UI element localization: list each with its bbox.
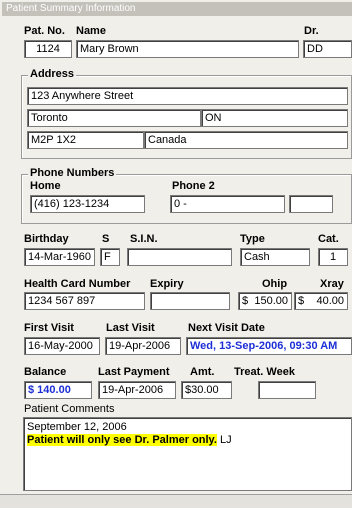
first-visit-field[interactable]: 16-May-2000 bbox=[24, 337, 100, 355]
last-payment-label: Last Payment bbox=[98, 366, 170, 378]
ohip-field[interactable]: $ 150.00 bbox=[238, 292, 292, 310]
phone2-label: Phone 2 bbox=[172, 180, 215, 192]
amt-label: Amt. bbox=[190, 366, 215, 378]
phone2-ext-field[interactable] bbox=[289, 195, 333, 213]
comment-line-date: September 12, 2006 bbox=[27, 421, 127, 433]
birthday-label: Birthday bbox=[24, 233, 69, 245]
ohip-label: Ohip bbox=[262, 278, 288, 290]
xray-label: Xray bbox=[320, 278, 344, 290]
last-payment-field[interactable]: 19-Apr-2006 bbox=[98, 381, 176, 399]
birthday-field[interactable]: 14-Mar-1960 bbox=[24, 248, 95, 266]
sex-field[interactable]: F bbox=[100, 248, 120, 266]
status-bar bbox=[0, 494, 352, 508]
amount-field[interactable]: $30.00 bbox=[181, 381, 232, 399]
health-card-field[interactable]: 1234 567 897 bbox=[24, 292, 145, 310]
phone2-field[interactable]: 0 - bbox=[170, 195, 285, 213]
home-phone-label: Home bbox=[30, 180, 61, 192]
expiry-field[interactable] bbox=[150, 292, 230, 310]
street-field[interactable]: 123 Anywhere Street bbox=[27, 87, 348, 105]
sex-label: S bbox=[102, 233, 110, 245]
comments-label: Patient Comments bbox=[24, 403, 115, 415]
balance-label: Balance bbox=[24, 366, 67, 378]
ohip-currency: $ bbox=[242, 295, 249, 307]
dr-field[interactable]: DD bbox=[303, 40, 352, 58]
comment-initials: LJ bbox=[216, 434, 232, 446]
pat-no-label: Pat. No. bbox=[24, 25, 65, 37]
country-field[interactable]: Canada bbox=[144, 131, 348, 149]
dr-label: Dr. bbox=[304, 25, 319, 37]
pat-no-field[interactable]: 1124 bbox=[24, 40, 72, 58]
balance-field[interactable]: $ 140.00 bbox=[24, 381, 92, 399]
address-legend: Address bbox=[28, 68, 77, 80]
treat-week-field[interactable] bbox=[258, 381, 316, 399]
xray-currency: $ bbox=[298, 295, 305, 307]
last-visit-field[interactable]: 19-Apr-2006 bbox=[105, 337, 181, 355]
cat-label: Cat. bbox=[318, 233, 339, 245]
xray-amount: 40.00 bbox=[316, 295, 344, 307]
next-visit-label: Next Visit Date bbox=[188, 322, 265, 334]
next-visit-field[interactable]: Wed, 13-Sep-2006, 09:30 AM bbox=[186, 337, 352, 355]
type-field[interactable]: Cash bbox=[240, 248, 310, 266]
comment-highlight: Patient will only see Dr. Palmer only. bbox=[27, 434, 217, 446]
type-label: Type bbox=[240, 233, 265, 245]
last-visit-label: Last Visit bbox=[106, 322, 155, 334]
province-field[interactable]: ON bbox=[201, 109, 348, 127]
home-phone-field[interactable]: (416) 123-1234 bbox=[30, 195, 145, 213]
comment-line-note: Patient will only see Dr. Palmer only. L… bbox=[27, 434, 348, 447]
treat-week-label: Treat. Week bbox=[234, 366, 295, 378]
name-label: Name bbox=[76, 25, 106, 37]
phone-numbers-legend: Phone Numbers bbox=[28, 167, 117, 179]
health-card-label: Health Card Number bbox=[24, 278, 131, 290]
first-visit-label: First Visit bbox=[24, 322, 74, 334]
xray-field[interactable]: $ 40.00 bbox=[294, 292, 348, 310]
name-field[interactable]: Mary Brown bbox=[76, 40, 299, 58]
window-title: Patient Summary Information bbox=[2, 2, 352, 16]
expiry-label: Expiry bbox=[150, 278, 184, 290]
cat-field[interactable]: 1 bbox=[318, 248, 348, 266]
sin-field[interactable] bbox=[127, 248, 232, 266]
postal-code-field[interactable]: M2P 1X2 bbox=[27, 131, 144, 149]
ohip-amount: 150.00 bbox=[254, 295, 288, 307]
city-field[interactable]: Toronto bbox=[27, 109, 201, 127]
comments-textarea[interactable]: September 12, 2006 Patient will only see… bbox=[23, 417, 352, 491]
sin-label: S.I.N. bbox=[130, 233, 158, 245]
